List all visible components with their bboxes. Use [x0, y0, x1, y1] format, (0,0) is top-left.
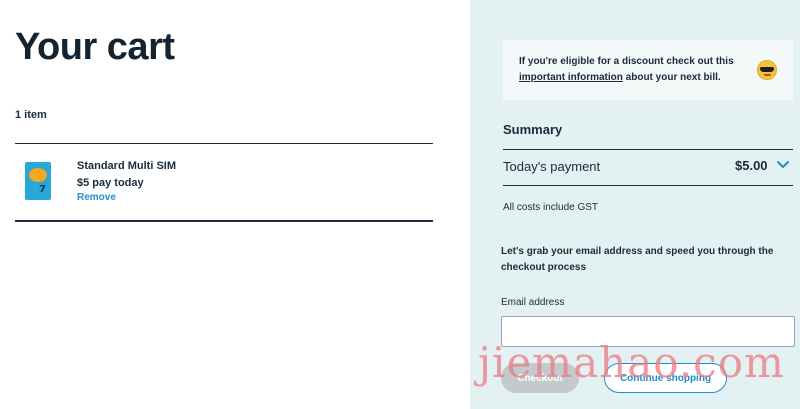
- product-name: Standard Multi SIM: [77, 160, 176, 172]
- remove-link[interactable]: Remove: [77, 192, 116, 203]
- notice-text-after: about your next bill.: [622, 72, 721, 83]
- notice-text: If you're eligible for a discount check …: [519, 54, 739, 86]
- divider: [503, 185, 793, 186]
- notice-text-before: If you're eligible for a discount check …: [519, 56, 734, 67]
- continue-shopping-button[interactable]: Continue shopping: [604, 363, 727, 393]
- payment-label: Today's payment: [503, 159, 601, 174]
- gst-note: All costs include GST: [503, 202, 599, 213]
- item-count: 1 item: [15, 109, 47, 121]
- product-price: $5 pay today: [77, 177, 144, 189]
- checkout-button[interactable]: Checkout: [501, 363, 579, 393]
- email-label: Email address: [501, 297, 565, 308]
- important-information-link[interactable]: important information: [519, 72, 623, 83]
- email-field[interactable]: [501, 316, 795, 347]
- sunglasses-emoji-icon: [757, 60, 777, 80]
- summary-title: Summary: [503, 122, 563, 137]
- payment-amount: $5.00: [735, 158, 768, 173]
- sim-card-pack-icon: 7: [25, 162, 51, 200]
- page-title: Your cart: [15, 26, 175, 68]
- email-prompt: Let's grab your email address and speed …: [501, 246, 774, 273]
- divider: [15, 143, 433, 144]
- chevron-down-icon[interactable]: [777, 160, 789, 170]
- divider: [15, 220, 433, 222]
- cart-panel: Your cart 1 item 7 Standard Multi SIM $5…: [0, 0, 470, 409]
- discount-notice: If you're eligible for a discount check …: [503, 40, 793, 100]
